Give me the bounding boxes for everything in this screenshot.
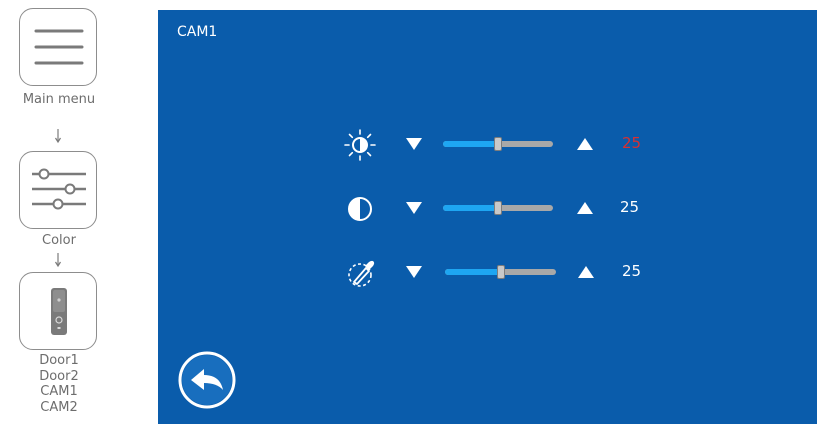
contrast-increase-button[interactable] (576, 200, 594, 216)
source-item-cam1[interactable]: CAM1 (0, 384, 118, 400)
source-item-door2[interactable]: Door2 (0, 369, 118, 385)
contrast-row: 25 (343, 194, 643, 224)
color-increase-button[interactable] (577, 264, 595, 280)
brightness-slider-thumb[interactable] (494, 137, 502, 151)
color-slider-fill (445, 269, 501, 275)
color-dropper-icon (348, 260, 375, 287)
color-settings-icon[interactable] (19, 151, 97, 229)
color-label: Color (42, 233, 76, 248)
brightness-decrease-button[interactable] (405, 136, 423, 152)
color-settings-screen: CAM1 25 25 25 (158, 10, 817, 424)
source-list: Door1 Door2 CAM1 CAM2 (0, 353, 118, 424)
main-menu-label: Main menu (22, 92, 96, 107)
color-decrease-button[interactable] (405, 264, 423, 280)
color-value: 25 (622, 262, 642, 280)
screen-title: CAM1 (177, 24, 218, 40)
arrow-down-icon (54, 129, 62, 144)
contrast-value: 25 (620, 198, 640, 216)
contrast-icon (348, 197, 372, 221)
back-button[interactable] (177, 350, 237, 410)
brightness-increase-button[interactable] (576, 136, 594, 152)
color-slider-thumb[interactable] (497, 265, 505, 279)
color-row: 25 (345, 258, 645, 288)
doorbell-icon (51, 288, 67, 335)
contrast-decrease-button[interactable] (405, 200, 423, 216)
brightness-icon (344, 129, 376, 161)
contrast-slider-thumb[interactable] (494, 201, 502, 215)
hamburger-menu-icon (34, 29, 84, 65)
sliders-icon (32, 168, 86, 210)
source-item-cam2[interactable]: CAM2 (0, 400, 118, 416)
arrow-down-icon (54, 253, 62, 268)
door-station-icon[interactable] (19, 272, 97, 350)
main-menu-icon[interactable] (19, 8, 97, 86)
source-item-door1[interactable]: Door1 (0, 353, 118, 369)
brightness-value: 25 (622, 134, 642, 152)
brightness-slider-fill (443, 141, 498, 147)
contrast-slider-fill (443, 205, 498, 211)
brightness-row: 25 (343, 129, 643, 161)
